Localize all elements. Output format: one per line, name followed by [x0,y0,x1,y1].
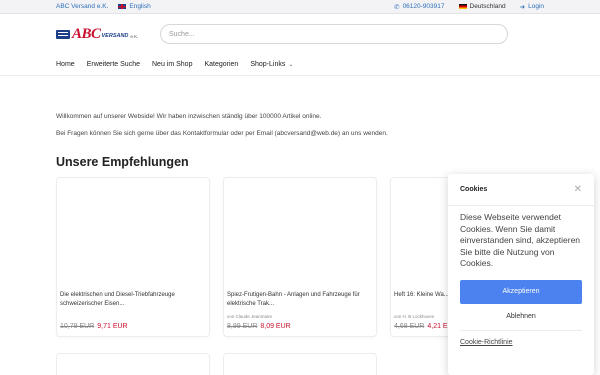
logo-ek-text: e.K. [130,34,139,39]
old-price: 10,79 EUR [60,323,95,330]
contact-text: Bei Fragen können Sie sich gerne über da… [56,130,388,137]
nav-item-advanced-search[interactable]: Erweiterte Suche [87,61,140,68]
decline-cookies-button[interactable]: Ablehnen [448,313,594,320]
old-price: 4,68 EUR [394,323,425,330]
nav-item-shop-links[interactable]: Shop-Links ⌄ [250,61,293,68]
main-nav: Home Erweiterte Suche Neu im Shop Katego… [0,54,600,76]
cookie-policy-link[interactable]: Cookie-Richtlinie [460,339,582,346]
product-card[interactable]: Spiez-Frutigen-Bahn - Anlagen und Fahrze… [223,177,377,337]
product-card[interactable] [56,353,210,375]
germany-flag-icon [458,3,467,10]
product-card[interactable] [223,353,377,375]
old-price: 8,99 EUR [227,323,258,330]
accept-cookies-button[interactable]: Akzeptieren [460,279,582,304]
top-bar: ABC Versand e.K. English ✆ 06120-903917 … [0,0,600,14]
search-placeholder: Suche... [169,30,195,38]
cookie-dialog-text: Diese Webseite verwendet Cookies. Wenn S… [460,212,581,268]
section-title-recommendations: Unsere Empfehlungen [56,155,189,169]
logo[interactable]: ABC VERSAND e.K. [56,26,160,43]
nav-item-home[interactable]: Home [56,61,75,68]
country-label: Deutschland [469,3,506,10]
phone-link[interactable]: ✆ 06120-903917 [394,3,444,11]
product-author: von H. B Lockhoven [394,314,435,319]
cookie-dialog-header: Cookies ✕ [448,174,594,206]
logo-abc-text: ABC [72,25,101,42]
sale-price: 9,71 EUR [97,323,128,330]
main-content: Willkommen auf unserer Webside! Wir habe… [0,113,600,169]
cookie-dialog: Cookies ✕ Diese Webseite verwendet Cooki… [448,174,594,375]
language-link-english[interactable]: English [118,3,151,10]
product-title[interactable]: Die elektrischen und Diesel-Triebfahrzeu… [60,291,206,308]
product-image[interactable] [224,178,376,286]
welcome-text: Willkommen auf unserer Webside! Wir habe… [56,113,322,120]
logo-versand-text: VERSAND [101,33,129,39]
product-price: 8,99 EUR 8,09 EUR [227,323,291,330]
phone-icon: ✆ [394,3,400,11]
logo-truck-icon [56,29,70,39]
nav-item-shop-links-label: Shop-Links [250,61,286,68]
nav-item-new-in-shop[interactable]: Neu im Shop [152,61,192,68]
country-selector[interactable]: Deutschland [458,3,506,10]
cookie-dialog-title: Cookies [460,186,488,193]
product-title[interactable]: Spiez-Frutigen-Bahn - Anlagen und Fahrze… [227,291,373,308]
divider [460,329,582,331]
chevron-down-icon: ⌄ [288,62,294,68]
product-list-row-2 [56,353,377,375]
product-image[interactable] [57,178,209,286]
login-link[interactable]: ➜ Login [520,3,544,11]
sale-price: 8,09 EUR [260,323,291,330]
phone-number: 06120-903917 [402,3,445,10]
nav-item-categories[interactable]: Kategorien [204,61,238,68]
close-icon[interactable]: ✕ [574,184,582,195]
login-icon: ➜ [519,3,526,11]
login-label: Login [528,3,544,10]
header: ABC VERSAND e.K. Suche... [0,14,600,54]
language-label: English [129,3,151,10]
product-author: von Claude Jeanmaire [227,314,273,319]
shop-name-link[interactable]: ABC Versand e.K. [56,3,108,10]
product-price: 10,79 EUR 9,71 EUR [60,323,128,330]
search-input[interactable]: Suche... [160,24,508,44]
product-card[interactable]: Die elektrischen und Diesel-Triebfahrzeu… [56,177,210,337]
uk-flag-icon [118,3,127,10]
